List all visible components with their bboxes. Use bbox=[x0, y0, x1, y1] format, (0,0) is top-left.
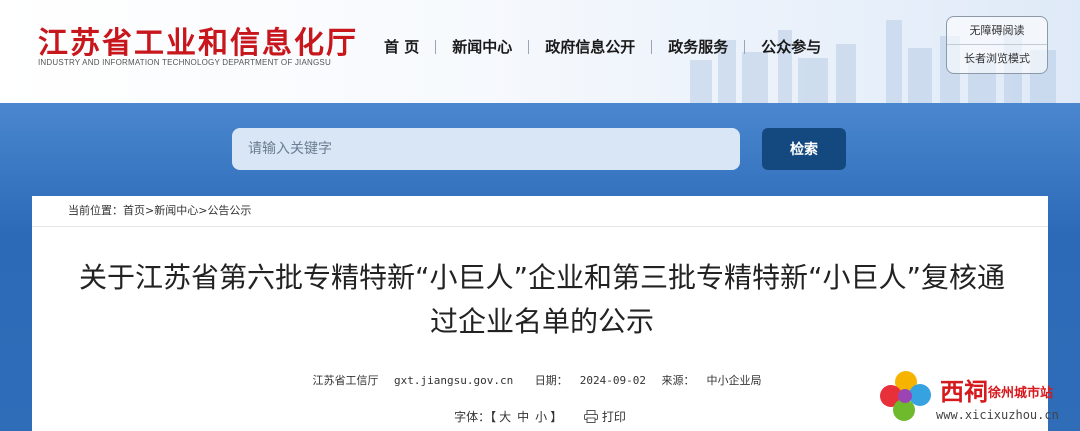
watermark-city: 徐州城市站 bbox=[988, 386, 1054, 401]
article-from-label: 来源： bbox=[661, 374, 695, 387]
font-size-medium-button[interactable]: 中 bbox=[517, 410, 529, 424]
print-label: 打印 bbox=[601, 410, 626, 424]
breadcrumb-item-news-center[interactable]: 新闻中心 bbox=[154, 196, 198, 226]
breadcrumb-separator: > bbox=[198, 204, 208, 217]
nav-item-government-services[interactable]: 政务服务 bbox=[652, 36, 744, 57]
accessible-reading-button[interactable]: 无障碍阅读 bbox=[947, 17, 1047, 44]
breadcrumb-separator: > bbox=[145, 204, 155, 217]
breadcrumb-item-announcements[interactable]: 公告公示 bbox=[207, 196, 251, 226]
elder-mode-button[interactable]: 长者浏览模式 bbox=[947, 44, 1047, 72]
nav-item-public-participation[interactable]: 公众参与 bbox=[745, 36, 837, 57]
main-nav: 首 页 新闻中心 政府信息公开 政务服务 公众参与 bbox=[368, 36, 837, 57]
watermark-brand: 西祠 bbox=[940, 378, 988, 406]
watermark-url: www.xicixuzhou.cn bbox=[936, 408, 1059, 422]
search-button[interactable]: 检索 bbox=[762, 128, 846, 170]
breadcrumb: 当前位置：首页>新闻中心>公告公示 bbox=[32, 196, 1048, 227]
breadcrumb-label: 当前位置： bbox=[68, 204, 123, 217]
breadcrumb-item-home[interactable]: 首页 bbox=[123, 196, 145, 226]
site-header: 江苏省工业和信息化厅 INDUSTRY AND INFORMATION TECH… bbox=[0, 0, 1080, 103]
article-date: 2024-09-02 bbox=[579, 374, 646, 387]
site-logo-title[interactable]: 江苏省工业和信息化厅 bbox=[38, 18, 358, 62]
printer-icon bbox=[584, 410, 599, 423]
article-from: 中小企业局 bbox=[706, 374, 762, 387]
accessibility-panel: 无障碍阅读 长者浏览模式 bbox=[946, 16, 1048, 74]
font-size-large-button[interactable]: 大 bbox=[499, 410, 511, 424]
article-site: gxt.jiangsu.gov.cn bbox=[394, 374, 514, 387]
nav-item-news-center[interactable]: 新闻中心 bbox=[436, 36, 528, 57]
print-button[interactable]: 打印 bbox=[584, 410, 626, 424]
font-size-small-button[interactable]: 小 bbox=[535, 410, 547, 424]
article-title: 关于江苏省第六批专精特新“小巨人”企业和第三批专精特新“小巨人”复核通过企业名单… bbox=[78, 261, 1006, 338]
nav-item-home[interactable]: 首 页 bbox=[368, 36, 435, 57]
search-input[interactable] bbox=[232, 128, 740, 170]
nav-item-government-info[interactable]: 政府信息公开 bbox=[529, 36, 651, 57]
pinwheel-logo-icon bbox=[880, 371, 931, 421]
article-source: 江苏省工信厅 bbox=[312, 374, 379, 387]
font-size-label: 字体：【 bbox=[454, 410, 497, 424]
site-logo-subtitle: INDUSTRY AND INFORMATION TECHNOLOGY DEPA… bbox=[38, 58, 331, 67]
xici-watermark: 西祠 徐州城市站 www.xicixuzhou.cn bbox=[876, 366, 1080, 431]
font-size-bracket: 】 bbox=[550, 410, 563, 424]
article-date-label: 日期： bbox=[534, 374, 568, 387]
